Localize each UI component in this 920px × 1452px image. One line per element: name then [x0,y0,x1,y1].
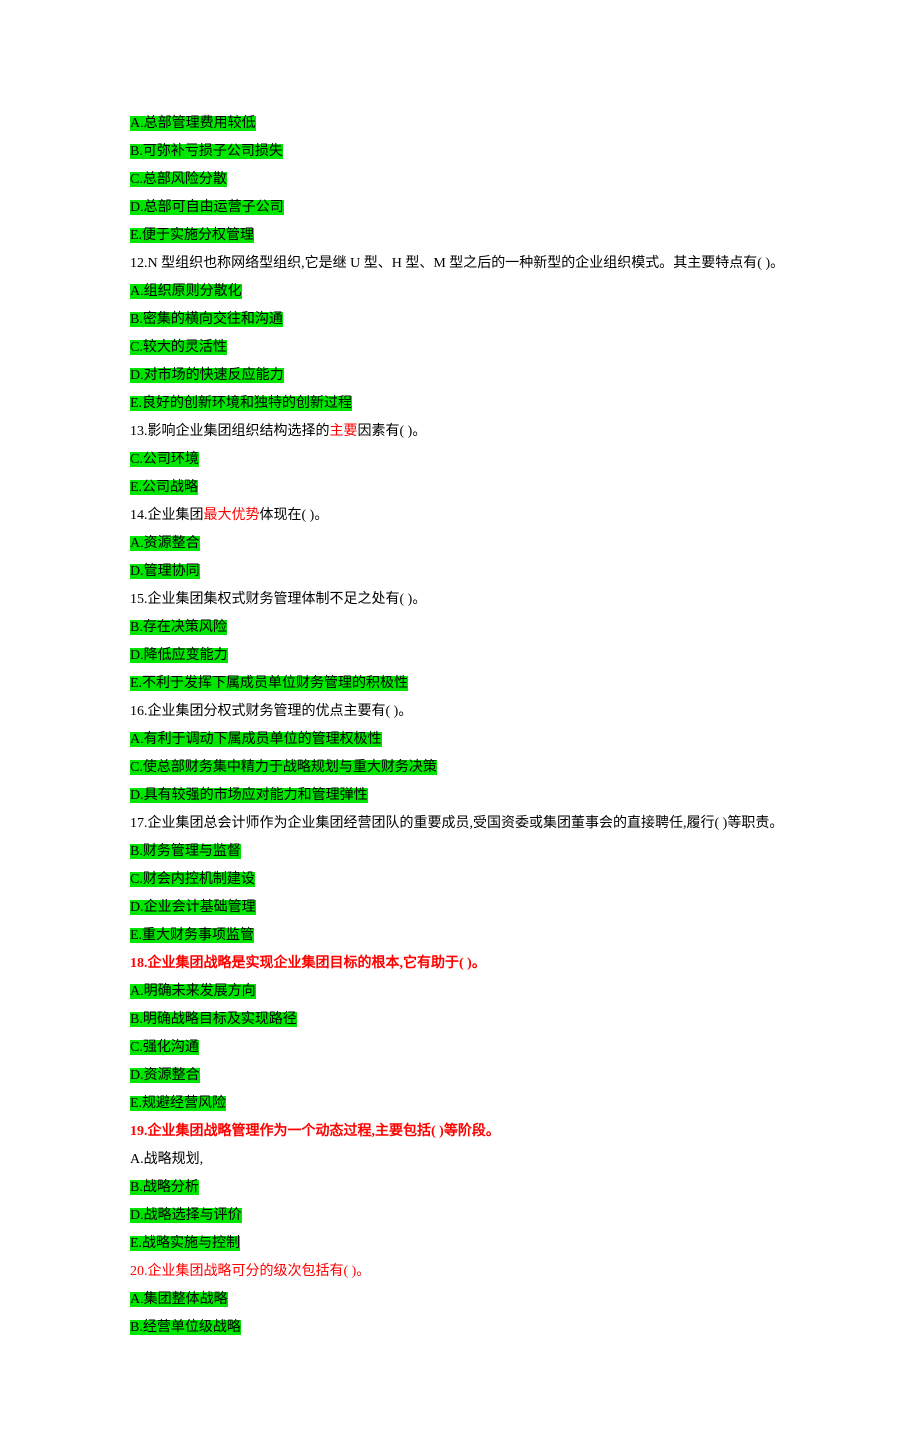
text-line: E.重大财务事项监管 [130,922,790,950]
text-content: 19.企业集团战略管理作为一个动态过程,主要包括( )等阶段。 [130,1124,500,1139]
text-content: E.便于实施分权管理 [130,228,254,243]
text-line: 12.N 型组织也称网络型组织,它是继 U 型、H 型、M 型之后的一种新型的企… [130,250,790,278]
text-line: 17.企业集团总会计师作为企业集团经营团队的重要成员,受国资委或集团董事会的直接… [130,810,790,838]
text-content: D.资源整合 [130,1068,200,1083]
text-content: C.强化沟通 [130,1040,199,1055]
text-content: 16.企业集团分权式财务管理的优点主要有( )。 [130,704,412,719]
text-content: B.密集的横向交往和沟通 [130,312,283,327]
text-line: E.不利于发挥下属成员单位财务管理的积极性 [130,670,790,698]
text-content: A.有利于调动下属成员单位的管理权极性 [130,732,382,747]
text-content: B.存在决策风险 [130,620,227,635]
text-content: 15.企业集团集权式财务管理体制不足之处有( )。 [130,592,426,607]
text-content: C.财会内控机制建设 [130,872,255,887]
text-content: B.财务管理与监督 [130,844,241,859]
text-content: A.明确未来发展方向 [130,984,256,999]
text-content: D.企业会计基础管理 [130,900,256,915]
text-line: B.明确战略目标及实现路径 [130,1006,790,1034]
text-line: D.管理协同 [130,558,790,586]
text-content: D.降低应变能力 [130,648,228,663]
text-line: 18.企业集团战略是实现企业集团目标的根本,它有助于( )。 [130,950,790,978]
text-content: E.良好的创新环境和独特的创新过程 [130,396,352,411]
text-content: A.战略规划, [130,1152,203,1167]
text-content: A.组织原则分散化 [130,284,242,299]
text-line: A.有利于调动下属成员单位的管理权极性 [130,726,790,754]
text-line: E.便于实施分权管理 [130,222,790,250]
text-content: C.较大的灵活性 [130,340,227,355]
text-line: C.财会内控机制建设 [130,866,790,894]
text-line: C.较大的灵活性 [130,334,790,362]
text-segment: 主要 [330,424,358,439]
text-content: D.具有较强的市场应对能力和管理弹性 [130,788,368,803]
text-line: 20.企业集团战略可分的级次包括有( )。 [130,1258,790,1286]
text-content: E.规避经营风险 [130,1096,226,1111]
text-content: A.集团整体战略 [130,1292,228,1307]
text-segment: 14.企业集团 [130,508,204,523]
text-content: B.经营单位级战略 [130,1320,241,1335]
text-line: B.战略分析 [130,1174,790,1202]
text-line: B.财务管理与监督 [130,838,790,866]
text-content: D.管理协同 [130,564,200,579]
text-line: D.降低应变能力 [130,642,790,670]
text-content: E.重大财务事项监管 [130,928,254,943]
text-line: E.良好的创新环境和独特的创新过程 [130,390,790,418]
text-line: C.公司环境 [130,446,790,474]
text-content: 12.N 型组织也称网络型组织,它是继 U 型、H 型、M 型之后的一种新型的企… [130,256,784,271]
text-line: E.战略实施与控制 [130,1230,790,1258]
text-line: A.资源整合 [130,530,790,558]
text-line: D.具有较强的市场应对能力和管理弹性 [130,782,790,810]
text-line: 13.影响企业集团组织结构选择的主要因素有( )。 [130,418,790,446]
text-segment: 体现在( )。 [260,508,329,523]
text-content: E.不利于发挥下属成员单位财务管理的积极性 [130,676,408,691]
text-content: C.使总部财务集中精力于战略规划与重大财务决策 [130,760,437,775]
text-line: A.集团整体战略 [130,1286,790,1314]
text-content: A.资源整合 [130,536,200,551]
text-content: D.对市场的快速反应能力 [130,368,284,383]
text-line: A.战略规划, [130,1146,790,1174]
text-line: A.总部管理费用较低 [130,110,790,138]
text-line: D.资源整合 [130,1062,790,1090]
text-line: B.经营单位级战略 [130,1314,790,1342]
text-segment: 因素有( )。 [358,424,427,439]
text-line: D.企业会计基础管理 [130,894,790,922]
text-line: E.规避经营风险 [130,1090,790,1118]
text-content: C.总部风险分散 [130,172,227,187]
text-line: E.公司战略 [130,474,790,502]
text-content: B.明确战略目标及实现路径 [130,1012,297,1027]
text-segment: 最大优势 [204,508,260,523]
text-line: C.强化沟通 [130,1034,790,1062]
text-content: E.公司战略 [130,480,198,495]
text-content: D.总部可自由运营子公司 [130,200,284,215]
text-line: 14.企业集团最大优势体现在( )。 [130,502,790,530]
text-content: 20.企业集团战略可分的级次包括有( )。 [130,1264,370,1279]
text-content: A.总部管理费用较低 [130,116,256,131]
text-content: 18.企业集团战略是实现企业集团目标的根本,它有助于( )。 [130,956,486,971]
text-line: D.对市场的快速反应能力 [130,362,790,390]
document-body: A.总部管理费用较低 B.可弥补亏损子公司损失 C.总部风险分散 D.总部可自由运营子… [130,110,790,1342]
text-line: C.使总部财务集中精力于战略规划与重大财务决策 [130,754,790,782]
text-line: B.可弥补亏损子公司损失 [130,138,790,166]
text-line: D.战略选择与评价 [130,1202,790,1230]
text-segment: 13.影响企业集团组织结构选择的 [130,424,330,439]
text-content: C.公司环境 [130,452,199,467]
text-content: B.战略分析 [130,1180,199,1195]
text-line: A.明确未来发展方向 [130,978,790,1006]
text-content: 17.企业集团总会计师作为企业集团经营团队的重要成员,受国资委或集团董事会的直接… [130,816,783,831]
text-line: A.组织原则分散化 [130,278,790,306]
text-line: B.存在决策风险 [130,614,790,642]
text-line: D.总部可自由运营子公司 [130,194,790,222]
text-line: C.总部风险分散 [130,166,790,194]
text-content: E.战略实施与控制 [130,1236,240,1251]
text-content: D.战略选择与评价 [130,1208,242,1223]
text-line: 19.企业集团战略管理作为一个动态过程,主要包括( )等阶段。 [130,1118,790,1146]
text-line: B.密集的横向交往和沟通 [130,306,790,334]
text-line: 15.企业集团集权式财务管理体制不足之处有( )。 [130,586,790,614]
text-line: 16.企业集团分权式财务管理的优点主要有( )。 [130,698,790,726]
text-content: B.可弥补亏损子公司损失 [130,144,283,159]
